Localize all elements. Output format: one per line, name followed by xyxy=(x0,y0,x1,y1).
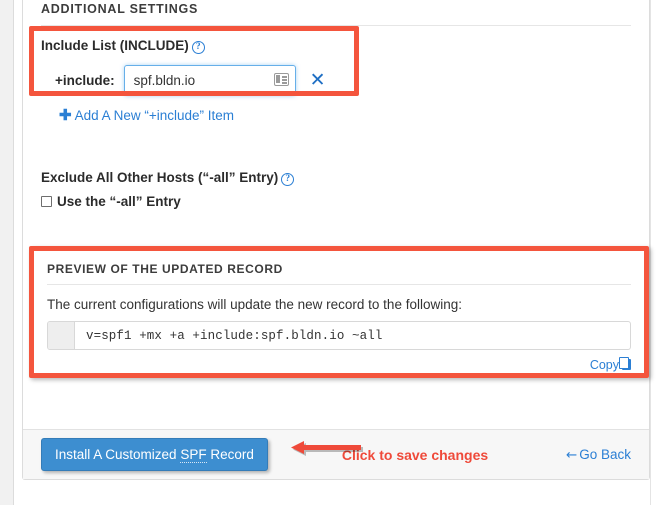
settings-card: ADDITIONAL SETTINGS Include List (INCLUD… xyxy=(22,0,650,480)
address-book-icon[interactable] xyxy=(273,73,289,86)
preview-panel: PREVIEW OF THE UPDATED RECORD The curren… xyxy=(35,252,643,372)
arrow-left-icon: ← xyxy=(565,446,578,463)
preview-description: The current configurations will update t… xyxy=(47,297,462,312)
record-box-gutter xyxy=(48,322,75,349)
include-list-label: Include List (INCLUDE) xyxy=(41,38,189,53)
include-inline-label: +include: xyxy=(55,73,115,88)
copy-button[interactable]: Copy xyxy=(589,357,631,372)
use-all-entry-label: Use the “-all” Entry xyxy=(57,194,181,209)
use-all-entry-row[interactable]: Use the “-all” Entry xyxy=(41,194,631,209)
preview-record-box: v=spf1 +mx +a +include:spf.bldn.io ~all xyxy=(47,321,631,350)
exclude-all-label: Exclude All Other Hosts (“-all” Entry) xyxy=(41,170,279,185)
question-circle-icon[interactable]: ? xyxy=(191,41,205,54)
plus-icon: ✚ xyxy=(59,107,72,124)
question-circle-icon[interactable]: ? xyxy=(281,173,295,186)
go-back-label: Go Back xyxy=(579,446,631,462)
page-left-gutter xyxy=(0,0,14,505)
copy-label: Copy xyxy=(589,358,619,372)
page-title: ADDITIONAL SETTINGS xyxy=(41,2,199,16)
install-button-abbr: SPF xyxy=(180,447,207,463)
include-list-group: Include List (INCLUDE)? +include: ✕ ✚Add… xyxy=(41,26,631,124)
use-all-entry-checkbox[interactable] xyxy=(41,196,52,207)
exclude-all-group: Exclude All Other Hosts (“-all” Entry)? … xyxy=(41,170,631,209)
preview-record-text: v=spf1 +mx +a +include:spf.bldn.io ~all xyxy=(86,328,383,343)
card-footer: Install A Customized SPF Record Click to… xyxy=(23,429,649,479)
include-input[interactable] xyxy=(123,65,296,96)
go-back-link[interactable]: ← Go Back xyxy=(566,447,631,463)
include-input-row: +include: ✕ xyxy=(41,65,631,96)
include-input-wrap xyxy=(123,65,296,96)
copy-icon xyxy=(619,357,631,370)
install-spf-record-button[interactable]: Install A Customized SPF Record xyxy=(41,438,268,471)
settings-card-body: ADDITIONAL SETTINGS Include List (INCLUD… xyxy=(23,0,649,429)
preview-title: PREVIEW OF THE UPDATED RECORD xyxy=(47,262,283,276)
annotation-callout-text: Click to save changes xyxy=(341,446,489,463)
page-left-spacer xyxy=(15,0,22,505)
close-x-icon[interactable]: ✕ xyxy=(310,71,326,90)
include-list-label-row: Include List (INCLUDE)? xyxy=(41,38,631,54)
add-include-item-link[interactable]: ✚ Add A New “+include” Item xyxy=(59,106,234,124)
add-include-item-label: Add A New “+include” Item xyxy=(74,108,235,123)
exclude-label-row: Exclude All Other Hosts (“-all” Entry)? xyxy=(41,170,631,186)
page-right-gutter xyxy=(650,0,665,505)
copy-row: Copy xyxy=(47,350,631,372)
